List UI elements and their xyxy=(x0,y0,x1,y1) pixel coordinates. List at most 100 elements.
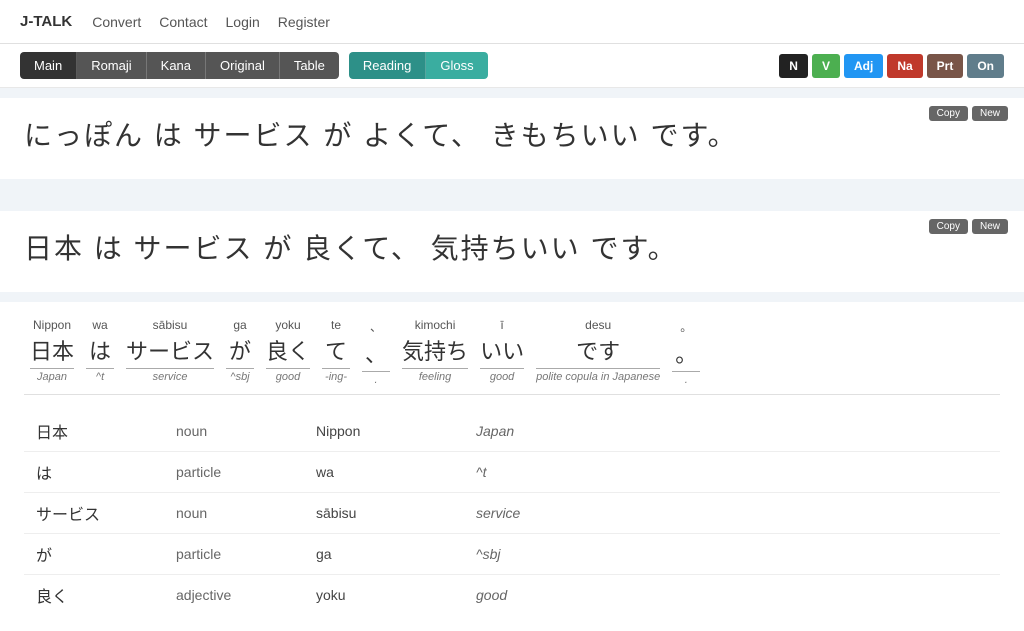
token: 。 。 . xyxy=(666,318,706,386)
new-button-1[interactable]: New xyxy=(972,106,1008,121)
token-kanji: 日本 xyxy=(30,334,74,369)
copy-button-1[interactable]: Copy xyxy=(929,106,968,121)
view-btn-reading[interactable]: Reading xyxy=(349,52,426,79)
token-gloss: ^sbj xyxy=(230,371,249,383)
hiragana-text: にっぽん は サービス が よくて、 きもちいい です。 xyxy=(24,114,1000,159)
vocab-pos: adjective xyxy=(164,574,304,615)
mode-btn-kana[interactable]: Kana xyxy=(147,52,206,79)
token-kanji: サービス xyxy=(126,334,214,369)
token-romaji: kimochi xyxy=(415,318,456,332)
token-romaji: ga xyxy=(233,318,246,332)
token-romaji: sābisu xyxy=(153,318,188,332)
token-romaji: yoku xyxy=(275,318,300,332)
vocab-romaji: yoku xyxy=(304,574,464,615)
vocab-word: は xyxy=(24,451,164,492)
vocab-gloss: ^t xyxy=(464,451,1000,492)
token-kanji: いい xyxy=(480,334,524,369)
token-romaji: ī xyxy=(500,318,503,332)
token-gloss: . xyxy=(375,374,378,386)
token: te て -ing- xyxy=(316,318,356,383)
table-row: が particle ga ^sbj xyxy=(24,533,1000,574)
table-row: 良く adjective yoku good xyxy=(24,574,1000,615)
vocab-word: 日本 xyxy=(24,411,164,452)
divider-1 xyxy=(0,189,1024,201)
nav-links: Convert Contact Login Register xyxy=(92,14,330,30)
view-button-group: Reading Gloss xyxy=(349,52,488,79)
token-gloss: . xyxy=(685,374,688,386)
token: yoku 良く good xyxy=(260,318,316,383)
token-romaji: te xyxy=(331,318,341,332)
token: ga が ^sbj xyxy=(220,318,260,383)
nav-register[interactable]: Register xyxy=(278,14,330,30)
pos-button-group: N V Adj Na Prt On xyxy=(779,54,1004,78)
pos-btn-v[interactable]: V xyxy=(812,54,840,78)
token-gloss: good xyxy=(276,371,300,383)
kanji-text: 日本 は サービス が 良くて、 気持ちいい です。 xyxy=(24,227,1000,272)
vocab-romaji: Nippon xyxy=(304,411,464,452)
vocab-word: が xyxy=(24,533,164,574)
analysis-section: Nippon 日本 Japan wa は ^t sābisu サービス serv… xyxy=(0,302,1024,631)
vocab-gloss: service xyxy=(464,492,1000,533)
token: sābisu サービス service xyxy=(120,318,220,383)
vocab-word: サービス xyxy=(24,492,164,533)
vocab-table: 日本 noun Nippon Japan は particle wa ^t サー… xyxy=(24,411,1000,615)
token-gloss: service xyxy=(153,371,188,383)
token-gloss: ^t xyxy=(96,371,104,383)
pos-btn-prt[interactable]: Prt xyxy=(927,54,964,78)
nav-login[interactable]: Login xyxy=(226,14,260,30)
token-gloss: polite copula in Japanese xyxy=(536,371,660,383)
token-kanji: 、 xyxy=(362,337,390,372)
token-kanji: 気持ち xyxy=(402,334,468,369)
pos-btn-n[interactable]: N xyxy=(779,54,808,78)
token-kanji: です xyxy=(536,334,660,369)
copy-button-2[interactable]: Copy xyxy=(929,219,968,234)
token-romaji: Nippon xyxy=(33,318,71,332)
token-romaji: wa xyxy=(92,318,107,332)
result-hiragana: Copy New にっぽん は サービス が よくて、 きもちいい です。 xyxy=(0,98,1024,179)
token-kanji: は xyxy=(86,334,114,369)
token-row: Nippon 日本 Japan wa は ^t sābisu サービス serv… xyxy=(24,318,1000,386)
token-kanji: が xyxy=(226,334,254,369)
pos-btn-na[interactable]: Na xyxy=(887,54,922,78)
vocab-gloss: ^sbj xyxy=(464,533,1000,574)
pos-btn-on[interactable]: On xyxy=(967,54,1004,78)
mode-btn-original[interactable]: Original xyxy=(206,52,280,79)
table-row: 日本 noun Nippon Japan xyxy=(24,411,1000,452)
table-row: は particle wa ^t xyxy=(24,451,1000,492)
token-gloss: -ing- xyxy=(325,371,347,383)
token-kanji: 良く xyxy=(266,334,310,369)
token: desu です polite copula in Japanese xyxy=(530,318,666,383)
vocab-romaji: wa xyxy=(304,451,464,492)
navbar: J-TALK Convert Contact Login Register xyxy=(0,0,1024,44)
token-gloss: feeling xyxy=(419,371,451,383)
vocab-gloss: good xyxy=(464,574,1000,615)
copy-buttons-2: Copy New xyxy=(929,219,1008,234)
vocab-gloss: Japan xyxy=(464,411,1000,452)
token-romaji: 、 xyxy=(370,318,382,335)
mode-btn-main[interactable]: Main xyxy=(20,52,77,79)
vocab-pos: noun xyxy=(164,492,304,533)
vocab-romaji: sābisu xyxy=(304,492,464,533)
token-kanji: て xyxy=(322,334,350,369)
toolbar: Main Romaji Kana Original Table Reading … xyxy=(0,44,1024,88)
new-button-2[interactable]: New xyxy=(972,219,1008,234)
mode-btn-romaji[interactable]: Romaji xyxy=(77,52,146,79)
token: kimochi 気持ち feeling xyxy=(396,318,474,383)
view-btn-gloss[interactable]: Gloss xyxy=(426,52,487,79)
nav-contact[interactable]: Contact xyxy=(159,14,207,30)
vocab-pos: particle xyxy=(164,451,304,492)
vocab-word: 良く xyxy=(24,574,164,615)
vocab-romaji: ga xyxy=(304,533,464,574)
token-gloss: good xyxy=(490,371,514,383)
token: ī いい good xyxy=(474,318,530,383)
vocab-pos: particle xyxy=(164,533,304,574)
token-gloss: Japan xyxy=(37,371,67,383)
token: Nippon 日本 Japan xyxy=(24,318,80,383)
token-romaji: 。 xyxy=(680,318,692,335)
copy-buttons-1: Copy New xyxy=(929,106,1008,121)
nav-convert[interactable]: Convert xyxy=(92,14,141,30)
result-kanji: Copy New 日本 は サービス が 良くて、 気持ちいい です。 xyxy=(0,211,1024,292)
mode-btn-table[interactable]: Table xyxy=(280,52,339,79)
brand-logo: J-TALK xyxy=(20,13,72,30)
pos-btn-adj[interactable]: Adj xyxy=(844,54,883,78)
